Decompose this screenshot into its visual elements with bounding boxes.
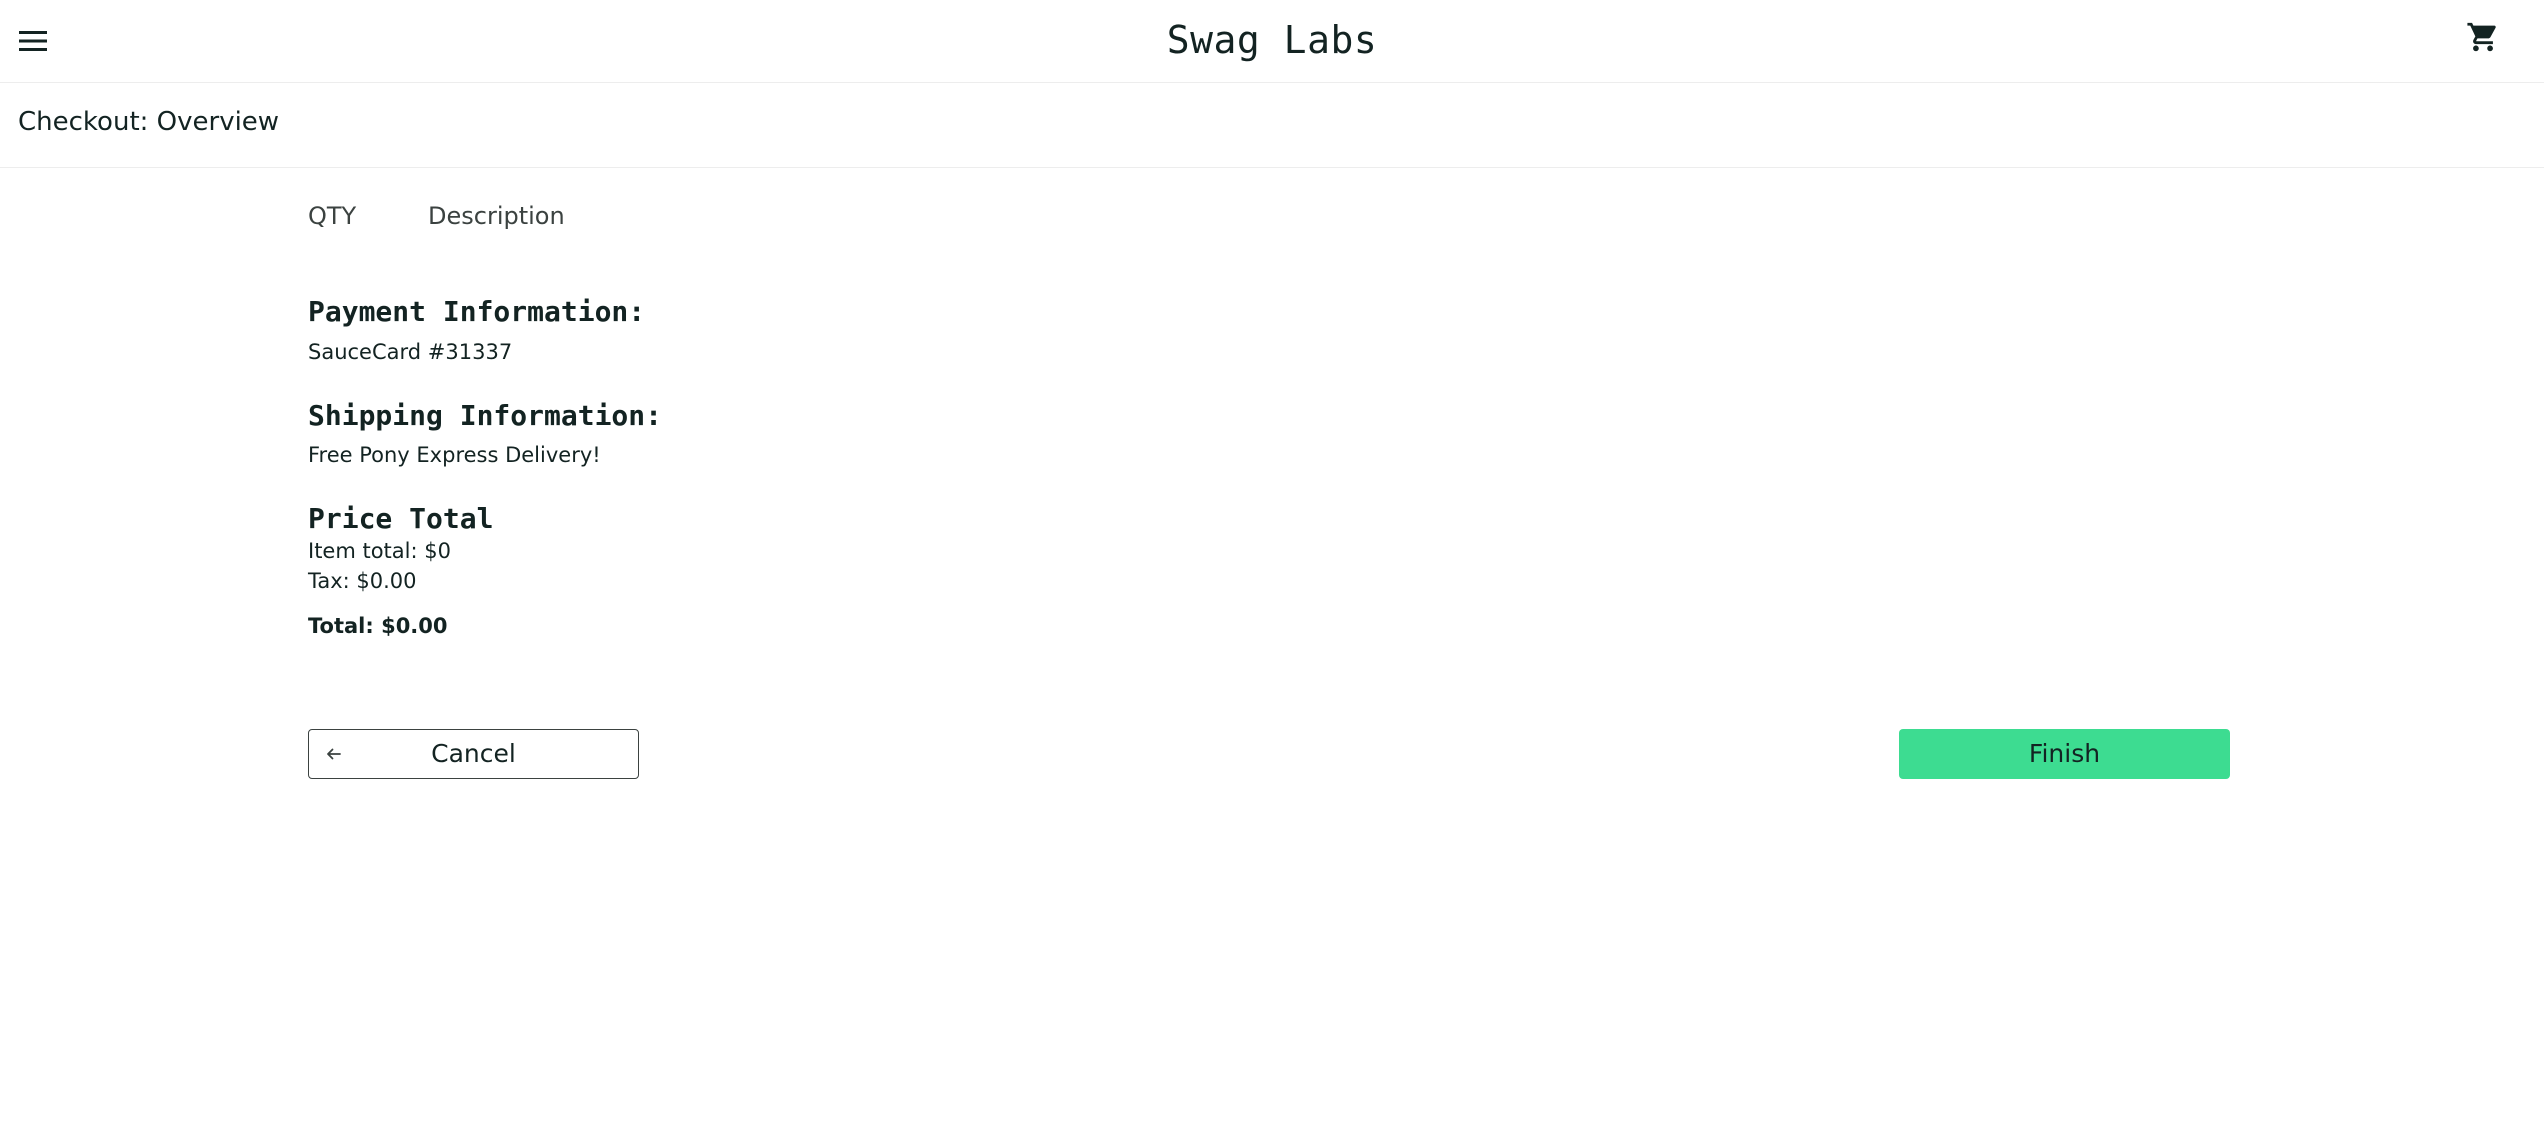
page-title: Checkout: Overview xyxy=(18,107,280,137)
shopping-cart-icon xyxy=(2467,22,2496,52)
cart-quantity-label: QTY xyxy=(308,202,357,230)
payment-info-label: Payment Information: xyxy=(308,295,646,328)
tax-value: Tax: $0.00 xyxy=(308,569,417,593)
cancel-button[interactable]: Cancel xyxy=(308,729,639,779)
finish-button-label: Finish xyxy=(2028,739,2101,768)
payment-info-value: SauceCard #31337 xyxy=(308,340,513,364)
checkout-overview-page: Swag Labs Checkout: Overview QTY Descrip… xyxy=(0,0,2544,1129)
shipping-info-value: Free Pony Express Delivery! xyxy=(308,443,601,467)
total-value: Total: $0.00 xyxy=(308,614,448,638)
cart-description-label: Description xyxy=(428,202,565,230)
finish-button[interactable]: Finish xyxy=(1899,729,2230,779)
shopping-cart-link[interactable] xyxy=(2466,20,2500,54)
primary-header: Swag Labs xyxy=(0,0,2544,83)
shipping-info-label: Shipping Information: xyxy=(308,399,663,432)
item-total-value: Item total: $0 xyxy=(308,539,451,563)
cancel-button-label: Cancel xyxy=(431,739,516,768)
price-total-label: Price Total xyxy=(308,502,494,535)
app-logo: Swag Labs xyxy=(1166,18,1378,62)
secondary-header: Checkout: Overview xyxy=(0,83,2544,168)
